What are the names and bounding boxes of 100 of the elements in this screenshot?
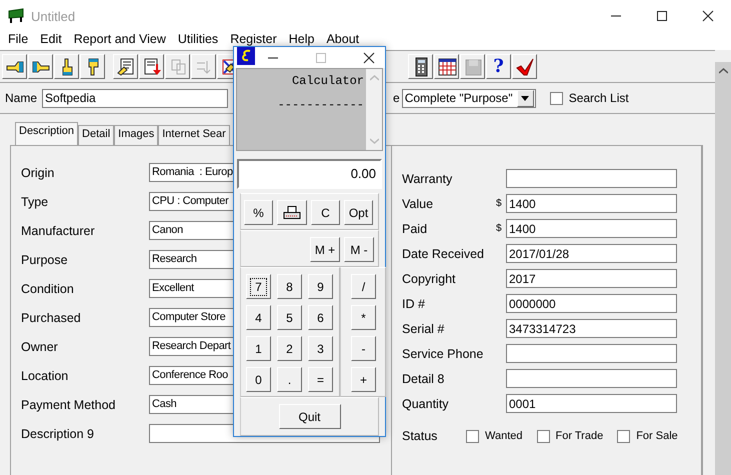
field-label: Origin (21, 166, 56, 180)
key-button[interactable]: 2 (277, 336, 302, 361)
toolbar-button[interactable] (434, 54, 459, 79)
key-button[interactable]: M - (344, 237, 374, 262)
key-button[interactable]: . (277, 367, 302, 392)
key-button[interactable]: M + (310, 237, 340, 262)
checkbox-label: Wanted (485, 430, 523, 442)
floppy-icon (462, 56, 482, 76)
field-label: Type (21, 194, 50, 208)
currency-symbol: $ (496, 223, 503, 234)
checkbox[interactable] (617, 430, 630, 442)
key-button[interactable]: 0 (246, 367, 271, 392)
checkbox[interactable] (536, 430, 550, 442)
field-label: Manufacturer (21, 224, 96, 238)
checkbox-label: For Sale (636, 430, 678, 442)
printer-icon (283, 206, 301, 220)
field-label: Quantity (402, 396, 450, 410)
menu-item[interactable]: Report and View (68, 32, 172, 46)
search-mode-dropdown[interactable]: Complete "Purpose" (402, 88, 536, 108)
key-button[interactable]: Opt (344, 200, 373, 225)
field-label: Payment Method (21, 398, 116, 412)
checkbox-label: For Trade (556, 430, 604, 442)
key-button[interactable]: + (351, 367, 376, 392)
input-field[interactable] (506, 369, 677, 388)
key-button[interactable]: 4 (246, 305, 271, 330)
checkbox[interactable] (550, 92, 563, 104)
checkbox[interactable] (466, 430, 479, 442)
key-button[interactable]: 3 (308, 336, 333, 361)
input-field[interactable]: 3473314723 (506, 319, 677, 338)
key-button[interactable]: 7 (246, 274, 271, 299)
menu-item[interactable]: Edit (34, 32, 68, 46)
toolbar-button[interactable] (139, 54, 164, 79)
key-button[interactable]: 5 (277, 305, 302, 330)
key-button[interactable]: * (351, 305, 376, 330)
menu-item[interactable]: File (2, 32, 34, 46)
field-label: Date Received (402, 246, 485, 260)
key-button[interactable]: 6 (308, 305, 333, 330)
field-label: Condition (21, 282, 75, 296)
field-label: Value (402, 196, 434, 210)
key-button[interactable] (277, 200, 307, 225)
toolbar-button[interactable] (80, 54, 105, 79)
key-button[interactable]: 9 (308, 274, 333, 299)
key-button[interactable]: / (351, 274, 376, 299)
toolbar-button[interactable] (113, 54, 138, 79)
name-field[interactable]: Softpedia (42, 88, 228, 108)
field-label: Location (21, 368, 70, 382)
field-label: Serial # (402, 322, 446, 336)
checkmark-icon (514, 56, 534, 76)
toolbar-button[interactable] (408, 54, 433, 79)
key-button[interactable]: 1 (246, 336, 271, 361)
field-label: Detail 8 (402, 372, 446, 386)
key-button[interactable]: C (311, 200, 340, 225)
input-field[interactable] (506, 169, 677, 188)
key-button[interactable]: % (244, 200, 273, 225)
field-label: Purpose (21, 252, 69, 266)
tab[interactable]: Images (114, 125, 158, 145)
maximize-icon (315, 52, 327, 64)
calculator-display: 0.00 (237, 159, 382, 189)
tab[interactable]: Internet Sear (158, 125, 230, 145)
input-field[interactable]: 2017/01/28 (506, 244, 677, 263)
field-label: Copyright (402, 272, 456, 286)
tape-line: ------------ (276, 97, 364, 113)
menu-item[interactable]: Register (224, 32, 283, 46)
document-arrow-icon (142, 56, 162, 76)
menu-item[interactable]: About (320, 32, 366, 46)
toolbar-button[interactable]: ? (486, 54, 511, 79)
tab[interactable]: Description (15, 122, 78, 145)
menu-item[interactable]: Help (282, 32, 320, 46)
toolbar-button[interactable] (28, 54, 53, 79)
input-field[interactable]: 1400 (506, 219, 677, 238)
toolbar-button[interactable] (512, 54, 537, 79)
field-label: Owner (21, 340, 59, 354)
field-label: ID # (402, 296, 426, 310)
key-button[interactable]: 8 (277, 274, 302, 299)
close-icon[interactable] (363, 52, 375, 64)
field-label: Warranty (402, 172, 454, 186)
calendar-icon (436, 56, 456, 76)
maximize-icon[interactable] (656, 10, 668, 22)
input-field[interactable]: 0000000 (506, 294, 677, 313)
quit-button[interactable]: Quit (278, 404, 340, 429)
app-icon (7, 8, 25, 24)
scroll-up-icon[interactable] (718, 68, 728, 74)
menu-item[interactable]: Utilities (172, 32, 224, 46)
toolbar-button[interactable] (54, 54, 79, 79)
app-icon (237, 47, 255, 65)
input-field[interactable]: 1400 (506, 194, 677, 213)
window-title: Untitled (31, 8, 76, 24)
tab[interactable]: Detail (78, 125, 114, 145)
input-field[interactable] (506, 344, 677, 363)
currency-symbol: $ (496, 198, 503, 209)
input-field[interactable]: 0001 (506, 394, 677, 413)
scrollbar[interactable] (715, 62, 731, 475)
checkbox-label: Search List (568, 91, 629, 105)
tape-line: Calculator (290, 73, 364, 89)
key-button[interactable]: = (308, 367, 333, 392)
key-button[interactable]: - (351, 336, 376, 361)
document-pen-icon (116, 56, 136, 76)
input-field[interactable]: 2017 (506, 269, 677, 288)
close-icon[interactable] (702, 10, 714, 22)
toolbar-button[interactable] (2, 54, 27, 79)
